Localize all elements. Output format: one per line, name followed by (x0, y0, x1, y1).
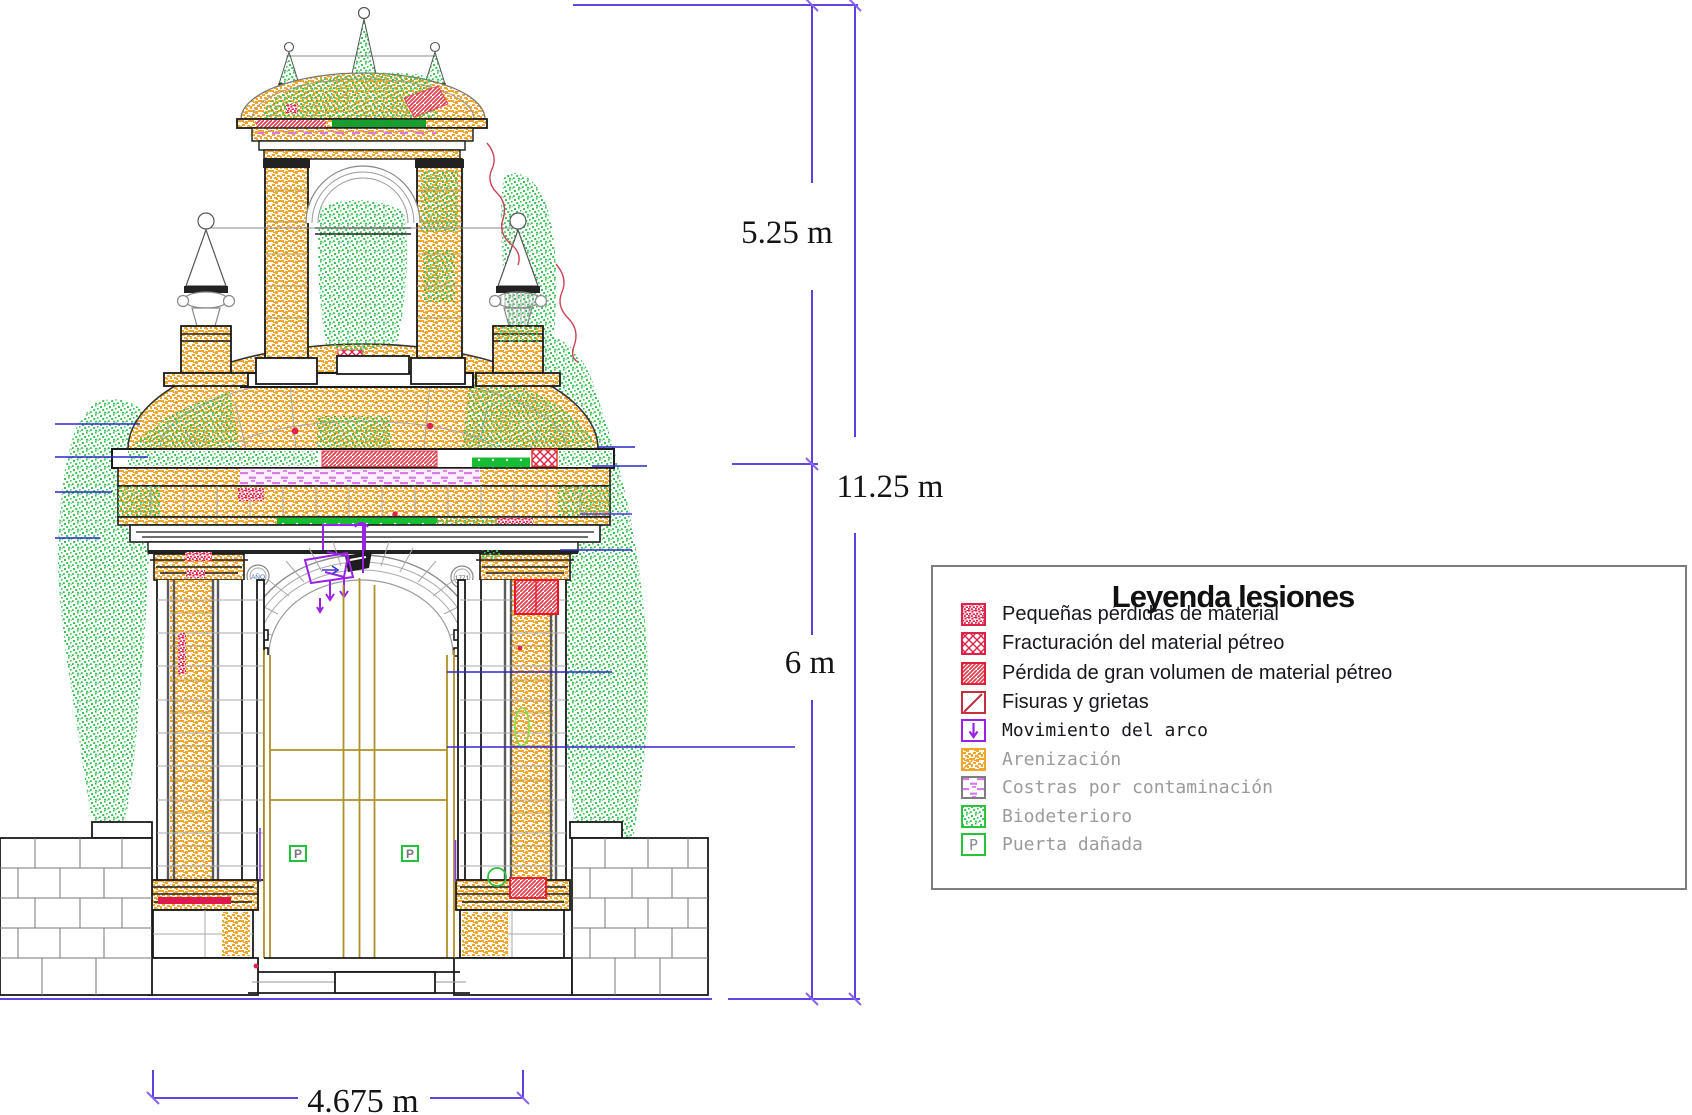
legend-item-label: Costras por contaminación (1002, 777, 1273, 798)
red-speckle-swatch-icon (961, 603, 986, 626)
orange-speckle-swatch-icon (961, 748, 986, 771)
finial-ball (359, 8, 370, 19)
legend-item-label: Fracturación del material pétreo (1002, 632, 1284, 655)
purple-arrow-swatch-icon (961, 719, 986, 742)
door-p-swatch-icon: P (961, 833, 986, 856)
threshold (248, 958, 470, 993)
red-crosshatch-swatch-icon (961, 632, 986, 655)
legend-item-label: Movimiento del arco (1002, 720, 1208, 741)
legend-item-costras: Costras por contaminación (961, 774, 1273, 800)
legend-item-movimiento-arco: Movimiento del arco (961, 717, 1208, 743)
damage-map-screenshot: AÑO 1771 (0, 0, 1692, 1115)
dim-total-height: 11.25 m (837, 469, 944, 505)
dim-door-width: 4.675 m (307, 1083, 418, 1115)
legend-item-puerta-danada: P Puerta dañada (961, 831, 1143, 857)
red-hatch-swatch-icon (961, 662, 986, 685)
legend-item-label: Pérdida de gran volumen de material pétr… (1002, 662, 1392, 685)
legend-item-fisuras: Fisuras y grietas (961, 689, 1149, 715)
legend-item-label: Arenización (1002, 749, 1121, 770)
legend-item-biodeterioro: Biodeterioro (961, 803, 1132, 829)
legend-item-perdida-gran-volumen: Pérdida de gran volumen de material pétr… (961, 660, 1392, 686)
door-damage-mark-left: P (290, 846, 306, 861)
red-diagonal-swatch-icon (961, 691, 986, 714)
door: P P (264, 578, 454, 958)
door-p-left: P (294, 847, 302, 861)
legend-item-arenizacion: Arenización (961, 746, 1121, 772)
svg-text:P: P (969, 836, 978, 854)
dim-upper-height: 5.25 m (741, 215, 833, 251)
legend-item-fracturacion: Fracturación del material pétreo (961, 630, 1284, 656)
legend-box: Leyenda lesiones Pequeñas pérdidas de ma… (931, 565, 1687, 890)
violet-dashes-swatch-icon (961, 776, 986, 799)
column-left (157, 580, 264, 880)
wall-right (570, 822, 708, 995)
green-speckle-swatch-icon (961, 805, 986, 828)
portal-elevation-drawing: AÑO 1771 (0, 0, 1692, 1115)
legend-item-pequenas-perdidas: Pequeñas pérdidas de material (961, 601, 1279, 627)
legend-item-label: Biodeterioro (1002, 806, 1132, 827)
door-p-right: P (406, 847, 414, 861)
legend-item-label: Puerta dañada (1002, 834, 1143, 855)
dim-lower-height: 6 m (785, 645, 836, 681)
belfry-niche (306, 166, 420, 374)
wall-left (0, 822, 152, 995)
legend-item-label: Pequeñas pérdidas de material (1002, 603, 1279, 626)
column-right (458, 580, 566, 880)
legend-item-label: Fisuras y grietas (1002, 691, 1149, 714)
door-damage-mark-right: P (402, 846, 418, 861)
